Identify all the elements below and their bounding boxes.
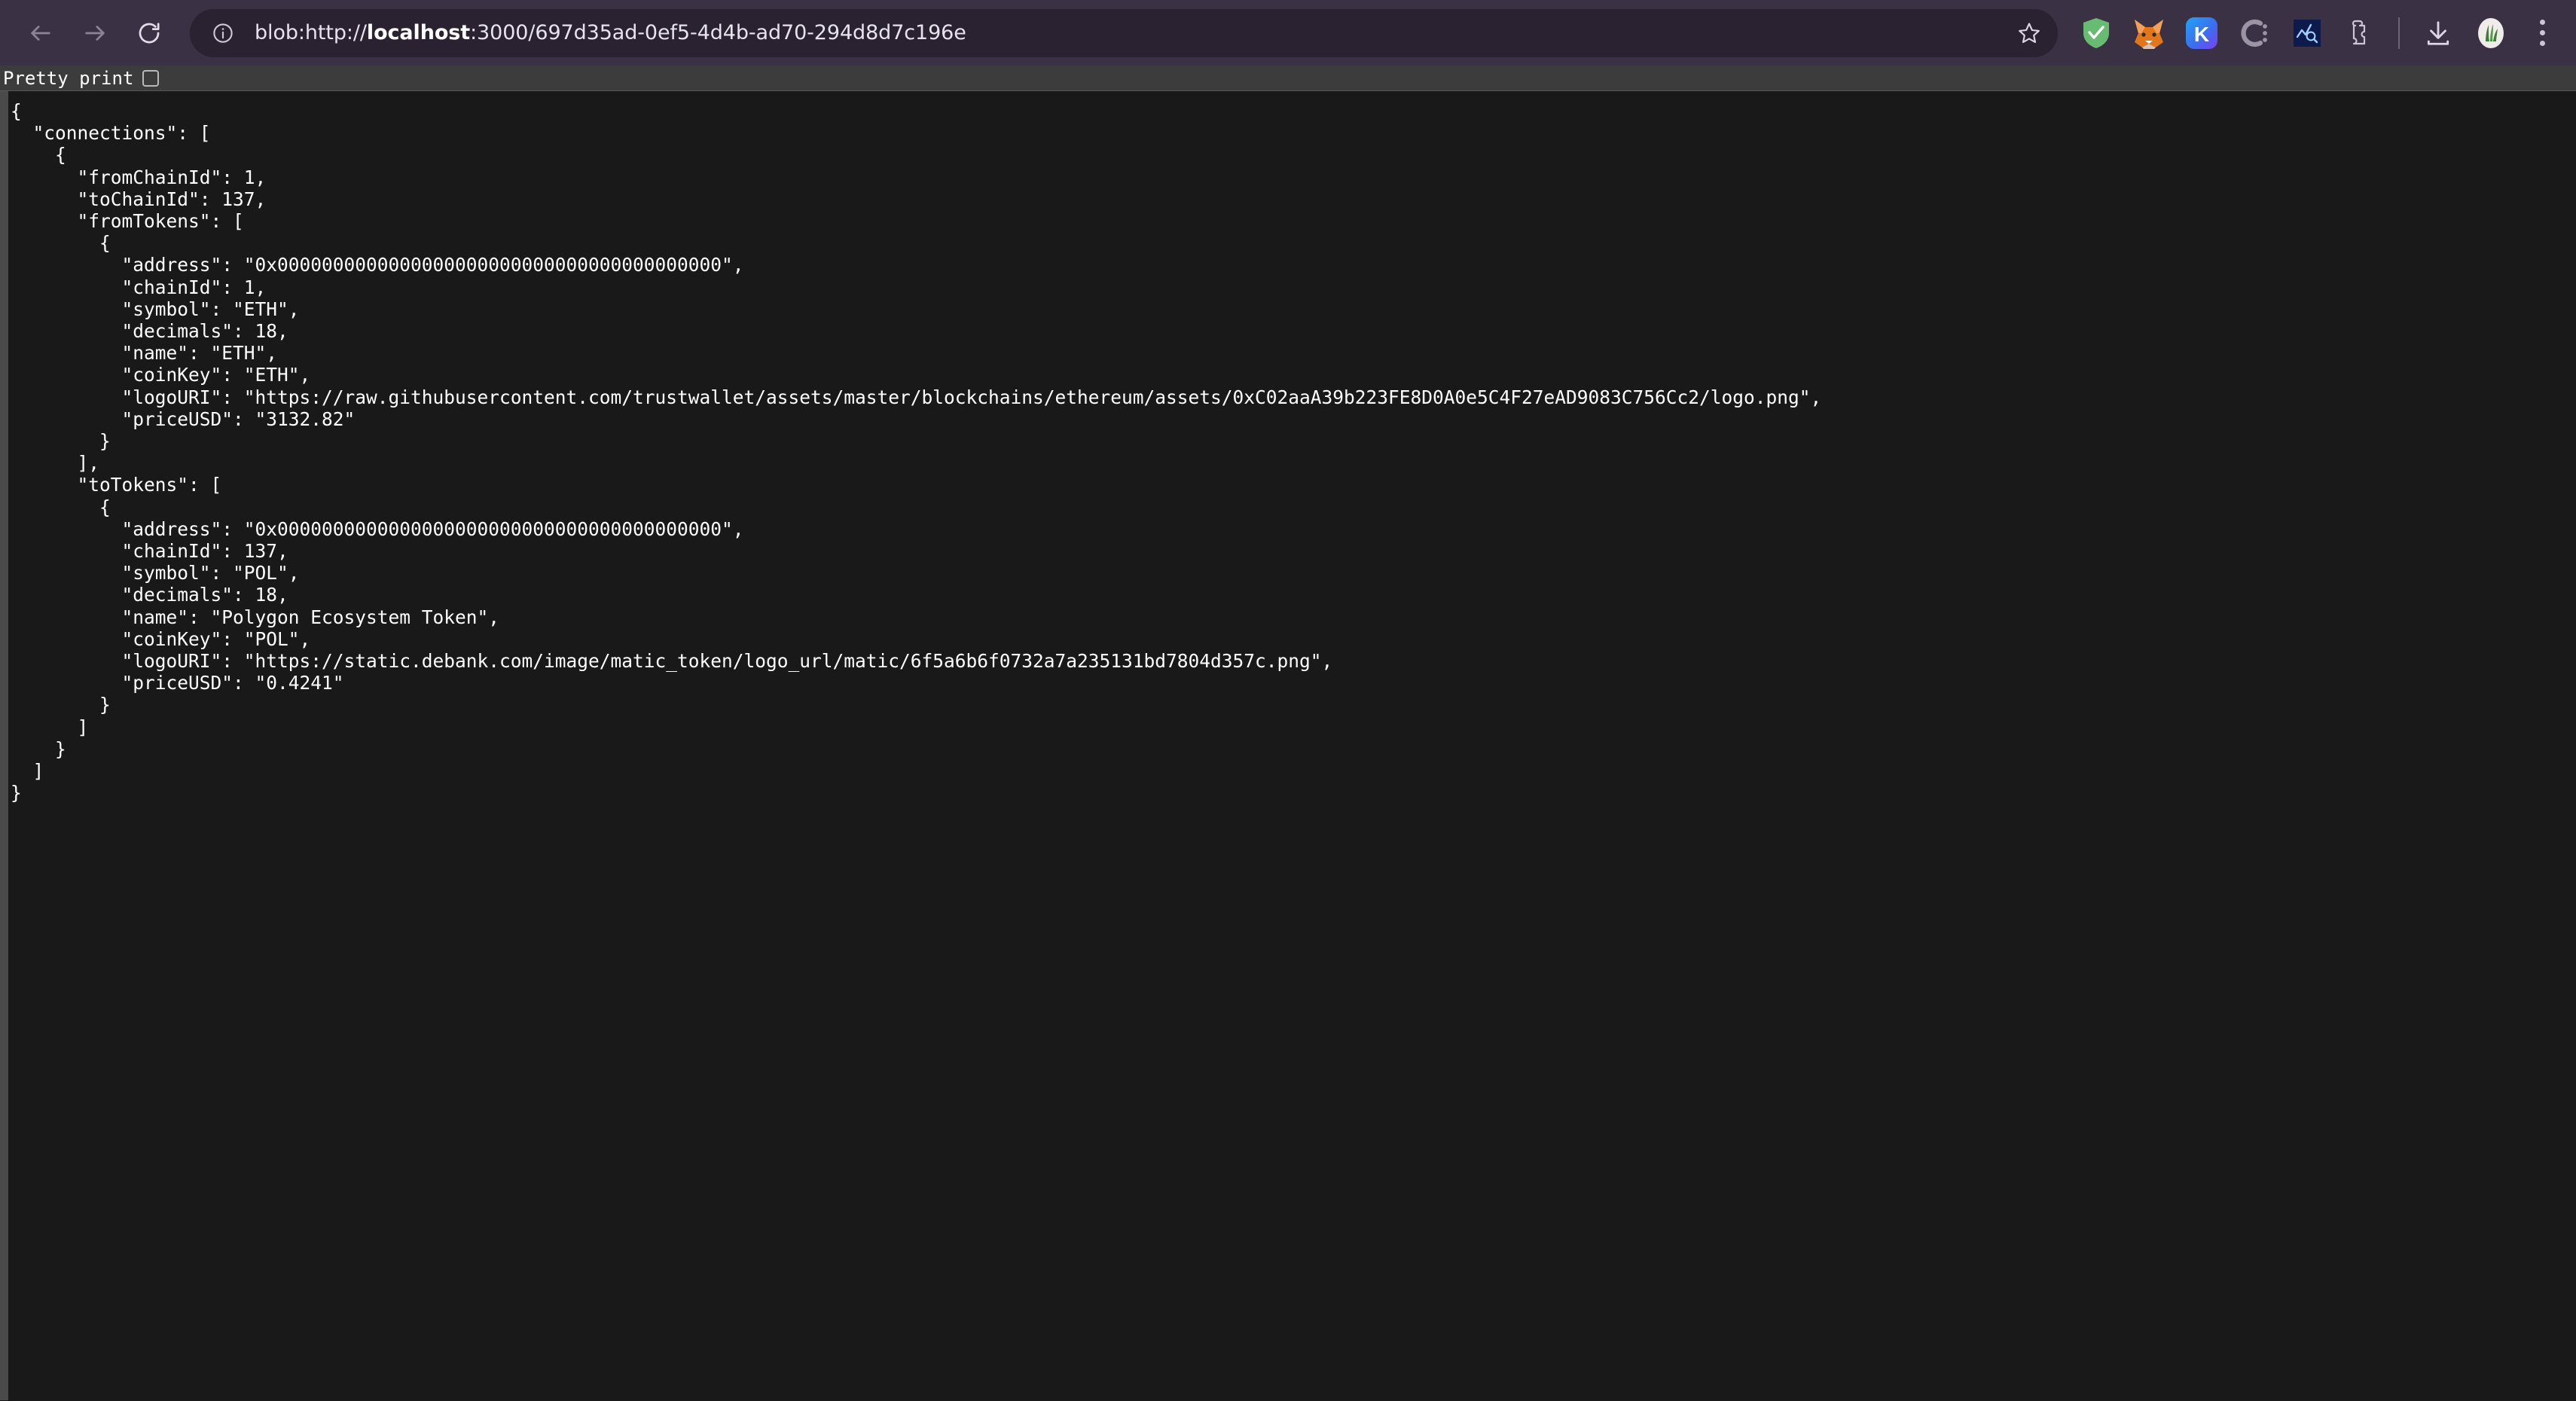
coinbase-wallet-icon[interactable] (2231, 10, 2278, 56)
url-suffix: :3000/697d35ad-0ef5-4d4b-ad70-294d8d7c19… (470, 21, 966, 44)
url-host: localhost (366, 21, 471, 44)
json-viewer: { "connections": [ { "fromChainId": 1, "… (0, 91, 2576, 1400)
chrome-menu-button[interactable] (2522, 10, 2562, 56)
site-info-icon[interactable] (206, 17, 240, 50)
chart-analytics-icon[interactable] (2284, 10, 2330, 56)
url-text: blob:http://localhost:3000/697d35ad-0ef5… (255, 21, 2005, 44)
url-prefix: blob:http:// (255, 21, 367, 44)
downloads-icon[interactable] (2415, 10, 2462, 56)
browser-toolbar: blob:http://localhost:3000/697d35ad-0ef5… (0, 0, 2576, 66)
extensions-puzzle-icon[interactable] (2336, 10, 2383, 56)
pretty-print-checkbox[interactable] (142, 69, 160, 87)
reload-button[interactable] (122, 6, 176, 60)
pretty-print-label: Pretty print (3, 67, 134, 89)
address-bar[interactable]: blob:http://localhost:3000/697d35ad-0ef5… (190, 8, 2058, 57)
extensions-tray: K (2058, 10, 2562, 56)
keplr-icon[interactable]: K (2178, 10, 2225, 56)
json-content-pane[interactable]: { "connections": [ { "fromChainId": 1, "… (8, 91, 2576, 1400)
adguard-shield-icon[interactable] (2073, 10, 2120, 56)
metamask-fox-icon[interactable] (2126, 10, 2172, 56)
svg-text:K: K (2194, 23, 2209, 46)
json-raw-text: { "connections": [ { "fromChainId": 1, "… (11, 100, 1822, 804)
toolbar-divider (2398, 17, 2400, 49)
back-button[interactable] (14, 6, 68, 60)
profile-avatar[interactable] (2468, 10, 2514, 56)
bookmark-star-icon[interactable] (2005, 9, 2053, 57)
forward-button[interactable] (68, 6, 122, 60)
pretty-print-bar: Pretty print (0, 66, 2576, 91)
viewer-left-gutter (0, 91, 8, 1400)
